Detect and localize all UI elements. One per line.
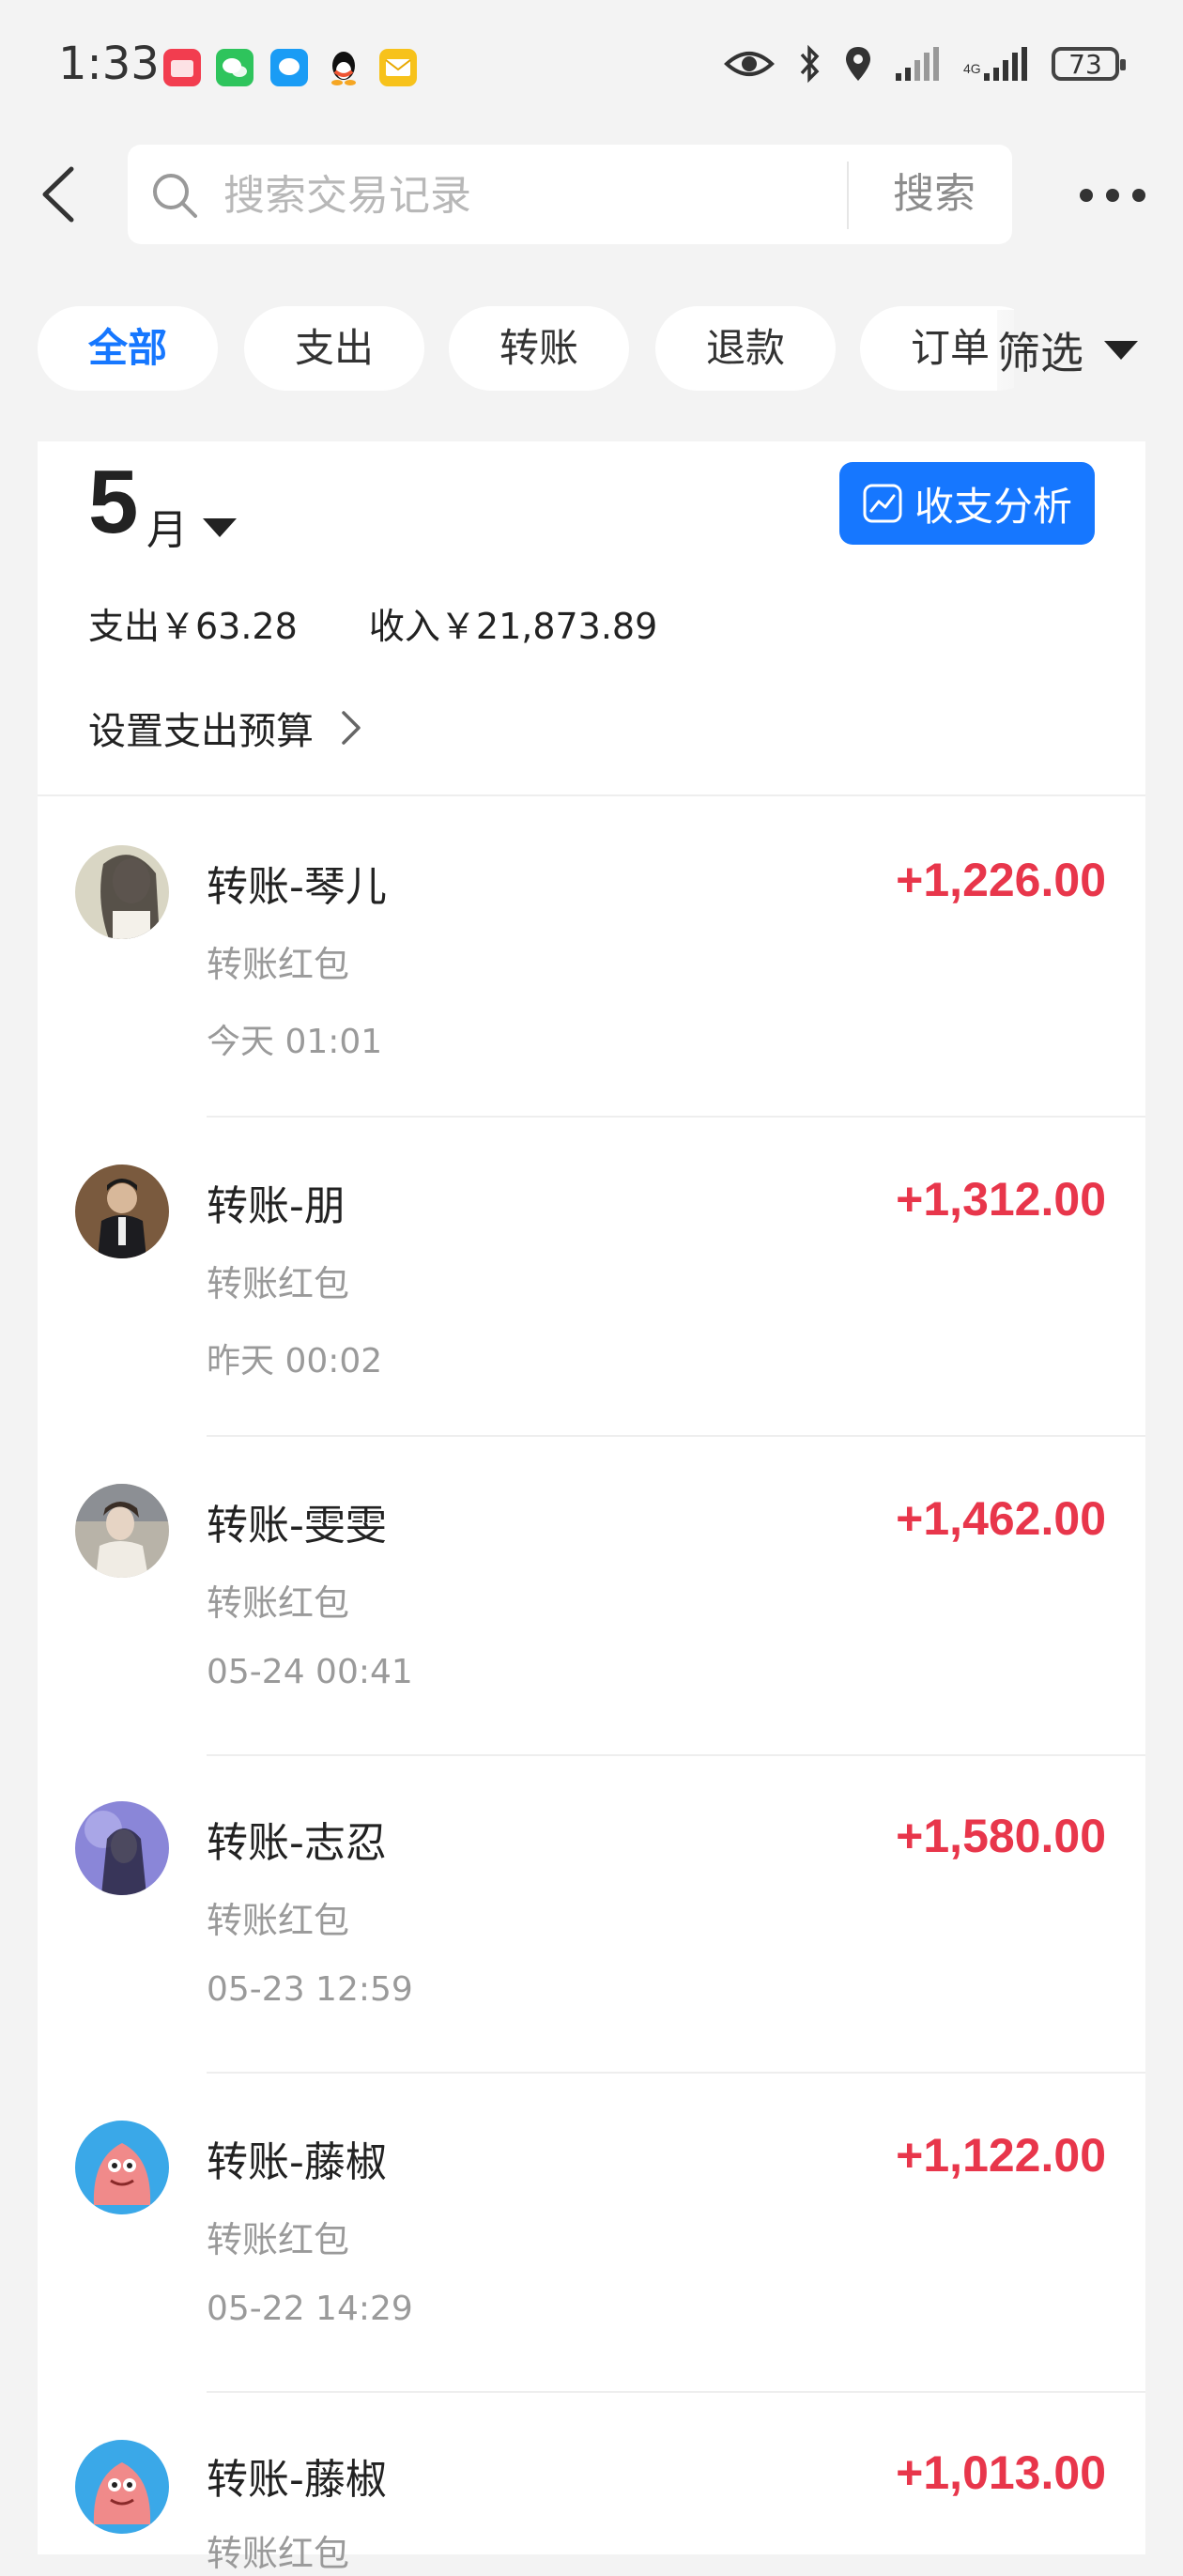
analysis-button[interactable]: 收支分析 <box>839 462 1095 545</box>
transaction-time: 05-24 00:41 <box>207 1653 413 1691</box>
row-divider <box>207 1435 1145 1437</box>
transaction-title[interactable]: 转账-藤椒 <box>207 2445 387 2506</box>
row-divider <box>207 1116 1145 1118</box>
signal-icon-2: 4G <box>963 47 1027 81</box>
budget-link[interactable]: 设置支出预算 <box>88 701 362 755</box>
transaction-title[interactable]: 转账-雯雯 <box>207 1491 387 1551</box>
location-icon <box>846 47 870 81</box>
huawei-store-icon <box>163 49 201 86</box>
status-icons: 4G 73 <box>723 41 1126 86</box>
signal-icon <box>896 47 939 81</box>
transaction-title[interactable]: 转账-朋 <box>207 1172 346 1232</box>
transaction-subtitle: 转账红包 <box>207 2219 350 2260</box>
transaction-time: 05-22 14:29 <box>207 2290 413 2328</box>
avatar <box>75 1165 169 1258</box>
transaction-amount: +1,122.00 <box>896 2129 1106 2182</box>
divider <box>38 794 1145 796</box>
transaction-time: 昨天 00:02 <box>207 1342 383 1381</box>
battery-indicator: 73 <box>1052 47 1126 81</box>
transaction-subtitle: 转账红包 <box>207 1263 350 1304</box>
more-options-button[interactable] <box>1070 175 1155 216</box>
tab-transfer[interactable]: 转账 <box>449 306 629 391</box>
tab-all[interactable]: 全部 <box>38 306 218 391</box>
row-divider <box>207 2072 1145 2074</box>
tab-expense[interactable]: 支出 <box>244 306 424 391</box>
avatar <box>75 2121 169 2214</box>
battery-level: 73 <box>1068 48 1102 80</box>
expense-total: 支出￥63.28 <box>88 606 298 647</box>
analysis-label: 收支分析 <box>914 483 1072 530</box>
month-summary: 支出￥63.28 收入￥21,873.89 <box>88 597 717 649</box>
more-dot-icon <box>1080 189 1093 202</box>
caret-down-icon[interactable] <box>203 518 237 537</box>
row-divider <box>207 2391 1145 2393</box>
transaction-subtitle: 转账红包 <box>207 1900 350 1941</box>
status-time: 1:33 <box>58 38 160 90</box>
svg-text:4G: 4G <box>963 61 981 76</box>
search-button[interactable]: 搜索 <box>864 150 1005 239</box>
budget-label: 设置支出预算 <box>88 710 314 753</box>
transaction-subtitle: 转账红包 <box>207 2533 350 2574</box>
wechat-icon <box>216 49 254 86</box>
qq-icon <box>323 47 364 88</box>
bluetooth-icon <box>800 44 820 84</box>
transaction-time: 今天 01:01 <box>207 1023 383 1061</box>
category-tabs: 全部 支出 转账 退款 订单 <box>38 306 1014 391</box>
avatar <box>75 1484 169 1578</box>
transaction-amount: +1,462.00 <box>896 1492 1106 1545</box>
transaction-title[interactable]: 转账-志忍 <box>207 1809 387 1869</box>
transaction-amount: +1,226.00 <box>896 854 1106 906</box>
transaction-amount: +1,312.00 <box>896 1173 1106 1226</box>
transaction-title[interactable]: 转账-琴儿 <box>207 853 387 913</box>
caret-down-icon <box>1104 341 1138 360</box>
more-dot-icon <box>1132 189 1145 202</box>
chart-icon <box>863 484 902 523</box>
avatar <box>75 2440 169 2534</box>
avatar <box>75 845 169 939</box>
tab-order[interactable]: 订单 <box>860 306 1014 391</box>
transaction-subtitle: 转账红包 <box>207 944 350 985</box>
filter-button[interactable]: 筛选 <box>997 310 1166 391</box>
chevron-left-icon <box>42 166 74 223</box>
messages-icon <box>270 49 308 86</box>
filter-label: 筛选 <box>997 328 1083 378</box>
mail-icon <box>379 49 417 86</box>
income-total: 收入￥21,873.89 <box>368 606 658 647</box>
eye-icon <box>724 52 775 76</box>
tab-refund[interactable]: 退款 <box>655 306 836 391</box>
transaction-time: 05-23 12:59 <box>207 1970 413 2009</box>
month-number[interactable]: 5 <box>88 451 138 554</box>
avatar <box>75 1801 169 1895</box>
more-dot-icon <box>1106 189 1119 202</box>
search-input[interactable] <box>222 165 826 225</box>
back-button[interactable] <box>38 163 83 225</box>
row-divider <box>207 1754 1145 1756</box>
transaction-subtitle: 转账红包 <box>207 1582 350 1624</box>
transaction-amount: +1,580.00 <box>896 1810 1106 1862</box>
month-unit[interactable]: 月 <box>146 496 188 556</box>
search-divider <box>847 162 849 229</box>
search-icon <box>150 171 199 220</box>
transaction-amount: +1,013.00 <box>896 2446 1106 2499</box>
transaction-title[interactable]: 转账-藤椒 <box>207 2128 387 2188</box>
chevron-right-icon <box>342 711 361 745</box>
